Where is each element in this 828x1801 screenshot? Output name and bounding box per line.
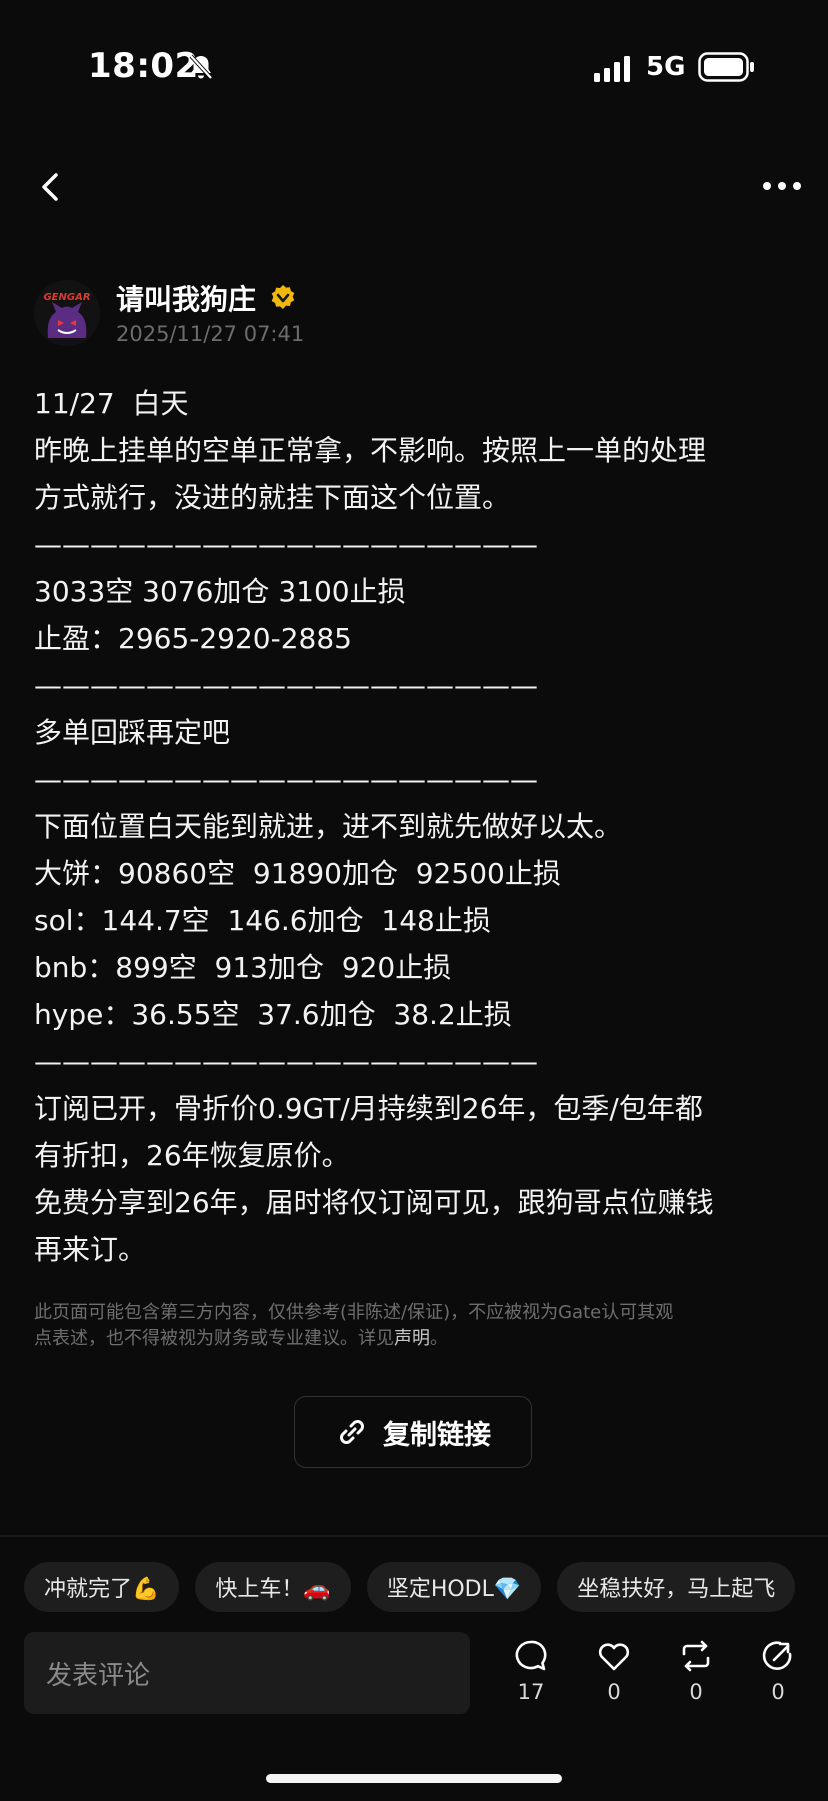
like-action[interactable]: 0 (584, 1638, 644, 1704)
comment-input[interactable]: 发表评论 (24, 1632, 470, 1714)
post-divider-line: —————————————————— (34, 1045, 538, 1078)
post-line: 订阅已开，骨折价0.9GT/月持续到26年，包季/包年都 (34, 1092, 703, 1125)
quick-reply-chip[interactable]: 坚定HODL💎 (366, 1562, 542, 1612)
post-divider-line: —————————————————— (34, 669, 538, 702)
post-line: 昨晚上挂单的空单正常拿，不影响。按照上一单的处理 (34, 434, 707, 467)
post-line: 方式就行，没进的就挂下面这个位置。 (34, 481, 511, 514)
heart-icon (598, 1643, 630, 1671)
post-line: 大饼：90860空 91890加仓 92500止损 (34, 857, 561, 890)
post-line: sol：144.7空 146.6加仓 148止损 (34, 904, 491, 937)
status-time: 18:02 (88, 46, 199, 86)
post-divider-line: —————————————————— (34, 763, 538, 796)
disclaimer-line: 此页面可能包含第三方内容，仅供参考(非陈述/保证)，不应被视为Gate认可其观 (34, 1302, 674, 1323)
verified-badge-icon (271, 285, 295, 309)
repost-action[interactable]: 0 (666, 1638, 726, 1704)
post-line: 免费分享到26年，届时将仅订阅可见，跟狗哥点位赚钱 (34, 1186, 714, 1219)
quick-reply-chip[interactable]: 坐稳扶好，马上起飞 (557, 1562, 796, 1612)
avatar-logo-text: GENGAR (43, 292, 90, 303)
section-divider (0, 1535, 828, 1537)
post-line: 11/27 白天 (34, 387, 189, 420)
share-action[interactable]: 0 (748, 1638, 808, 1704)
post-line: 有折扣，26年恢复原价。 (34, 1139, 350, 1172)
statement-link[interactable]: 声明 (394, 1328, 430, 1349)
more-options-icon[interactable] (762, 178, 802, 194)
disclaimer: 此页面可能包含第三方内容，仅供参考(非陈述/保证)，不应被视为Gate认可其观 … (34, 1300, 804, 1352)
network-label: 5G (646, 52, 686, 82)
likes-count: 0 (607, 1680, 621, 1704)
shares-count: 0 (771, 1680, 785, 1704)
comment-icon (515, 1640, 547, 1671)
post-line: hype：36.55空 37.6加仓 38.2止损 (34, 998, 512, 1031)
avatar[interactable]: GENGAR (34, 280, 100, 346)
comments-action[interactable]: 17 (501, 1638, 561, 1704)
back-icon[interactable] (36, 170, 66, 204)
quick-reply-row: 冲就完了💪 快上车！🚗 坚定HODL💎 坐稳扶好，马上起飞 (24, 1562, 796, 1612)
quick-reply-chip[interactable]: 快上车！🚗 (195, 1562, 351, 1612)
battery-icon (698, 52, 754, 82)
home-indicator[interactable] (266, 1774, 562, 1783)
reposts-count: 0 (689, 1680, 703, 1704)
post-divider-line: —————————————————— (34, 528, 538, 561)
copy-link-label: 复制链接 (383, 1419, 491, 1451)
share-icon (762, 1641, 792, 1670)
signal-icon (594, 56, 630, 82)
post-line: 3033空 3076加仓 3100止损 (34, 575, 406, 608)
disclaimer-line: 点表述，也不得被视为财务或专业建议。详见 (34, 1328, 394, 1349)
post-timestamp: 2025/11/27 07:41 (116, 322, 305, 346)
post-line: 多单回踩再定吧 (34, 716, 231, 749)
post-content: 11/27 白天 昨晚上挂单的空单正常拿，不影响。按照上一单的处理 方式就行，没… (34, 380, 804, 1273)
repost-icon (682, 1640, 710, 1672)
link-icon (340, 1420, 364, 1444)
post-line: 再来订。 (34, 1233, 147, 1266)
bell-muted-icon (189, 54, 213, 80)
quick-reply-chip[interactable]: 冲就完了💪 (24, 1562, 180, 1612)
post-line: 下面位置白天能到就进，进不到就先做好以太。 (34, 810, 623, 843)
post-line: 止盈：2965-2920-2885 (34, 622, 352, 655)
disclaimer-end: 。 (430, 1328, 448, 1349)
comments-count: 17 (517, 1680, 545, 1704)
author-name[interactable]: 请叫我狗庄 (116, 278, 256, 318)
post-line: bnb：899空 913加仓 920止损 (34, 951, 452, 984)
copy-link-button[interactable]: 复制链接 (294, 1396, 532, 1468)
